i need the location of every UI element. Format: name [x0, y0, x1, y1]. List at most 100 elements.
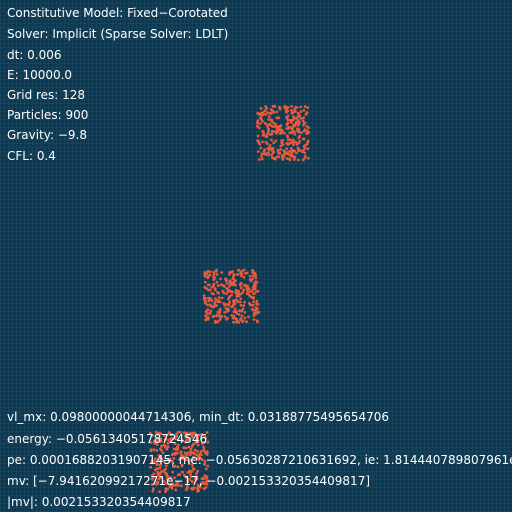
particle — [231, 303, 235, 307]
particle — [297, 130, 301, 134]
particle — [278, 126, 282, 130]
particle — [303, 128, 307, 132]
particle — [189, 447, 193, 451]
particle — [239, 318, 242, 321]
particle — [232, 301, 236, 304]
particle — [239, 303, 243, 307]
particle — [240, 314, 244, 318]
particle — [270, 132, 274, 136]
particle — [266, 130, 270, 134]
particle — [268, 123, 272, 126]
particle — [191, 467, 195, 470]
particle — [243, 316, 247, 320]
particle — [295, 120, 299, 124]
particle — [256, 121, 259, 124]
particle — [261, 119, 264, 123]
particle — [247, 315, 250, 319]
particle — [261, 140, 264, 144]
particle — [226, 307, 230, 311]
particle — [204, 318, 208, 322]
particle — [155, 449, 159, 452]
particle — [258, 122, 262, 125]
particle — [281, 158, 285, 161]
particle — [225, 310, 229, 313]
particle — [220, 271, 224, 274]
particle — [275, 116, 279, 120]
particle — [233, 307, 237, 311]
particle — [253, 286, 257, 290]
particle — [241, 291, 245, 294]
particle — [304, 143, 308, 147]
particle — [272, 157, 276, 161]
particle — [293, 133, 297, 136]
particle — [282, 155, 286, 159]
particle — [215, 273, 219, 276]
particle — [251, 303, 255, 307]
particle — [206, 303, 209, 307]
particle — [251, 269, 254, 272]
particle — [204, 280, 207, 284]
particle — [218, 311, 222, 314]
particle — [298, 139, 301, 143]
particle — [255, 281, 259, 284]
particle — [301, 158, 305, 162]
particle — [265, 135, 268, 139]
particle — [254, 308, 258, 312]
particle — [252, 296, 256, 300]
particle — [196, 469, 200, 473]
particle — [248, 301, 251, 305]
particle — [295, 127, 299, 131]
particle — [239, 297, 243, 301]
particle — [294, 105, 297, 109]
particle — [303, 105, 307, 108]
particle — [296, 158, 300, 162]
particle — [269, 112, 273, 115]
particle — [305, 132, 309, 136]
particle — [225, 318, 228, 321]
particle — [232, 320, 236, 324]
particle — [302, 123, 305, 127]
particle — [279, 130, 283, 134]
particle — [289, 141, 292, 145]
particle — [223, 311, 227, 314]
particle — [276, 148, 280, 152]
particle — [306, 106, 310, 110]
particle — [278, 106, 282, 110]
particle — [215, 268, 218, 272]
particle — [234, 288, 238, 292]
particle — [297, 114, 301, 118]
particle — [210, 299, 214, 303]
particle — [289, 108, 293, 112]
particle — [239, 282, 243, 285]
youngs-modulus-label: E: 10000.0 — [7, 68, 73, 82]
particle — [259, 107, 263, 110]
particle — [222, 302, 226, 305]
particle — [286, 121, 290, 125]
particle — [213, 302, 216, 306]
particle — [234, 279, 237, 283]
particle — [281, 143, 285, 147]
particle — [291, 138, 295, 142]
particle — [253, 312, 256, 315]
particle — [292, 116, 296, 120]
particle — [238, 309, 241, 313]
particle — [227, 303, 230, 307]
particle — [252, 300, 256, 304]
particle — [209, 304, 213, 308]
particle — [299, 110, 303, 114]
particle — [266, 125, 270, 129]
particle — [265, 123, 269, 127]
particle — [271, 125, 275, 129]
particle — [215, 280, 219, 284]
momentum-norm-label: |mv|: 0.002153320354409817 — [7, 495, 191, 509]
particle — [269, 118, 273, 122]
particle — [204, 314, 208, 318]
particle — [245, 271, 249, 275]
particle — [219, 283, 223, 287]
particle — [277, 152, 281, 155]
particle — [284, 106, 288, 109]
particle — [244, 284, 247, 287]
particle — [249, 290, 252, 294]
particle — [235, 293, 239, 297]
particle — [207, 275, 210, 278]
